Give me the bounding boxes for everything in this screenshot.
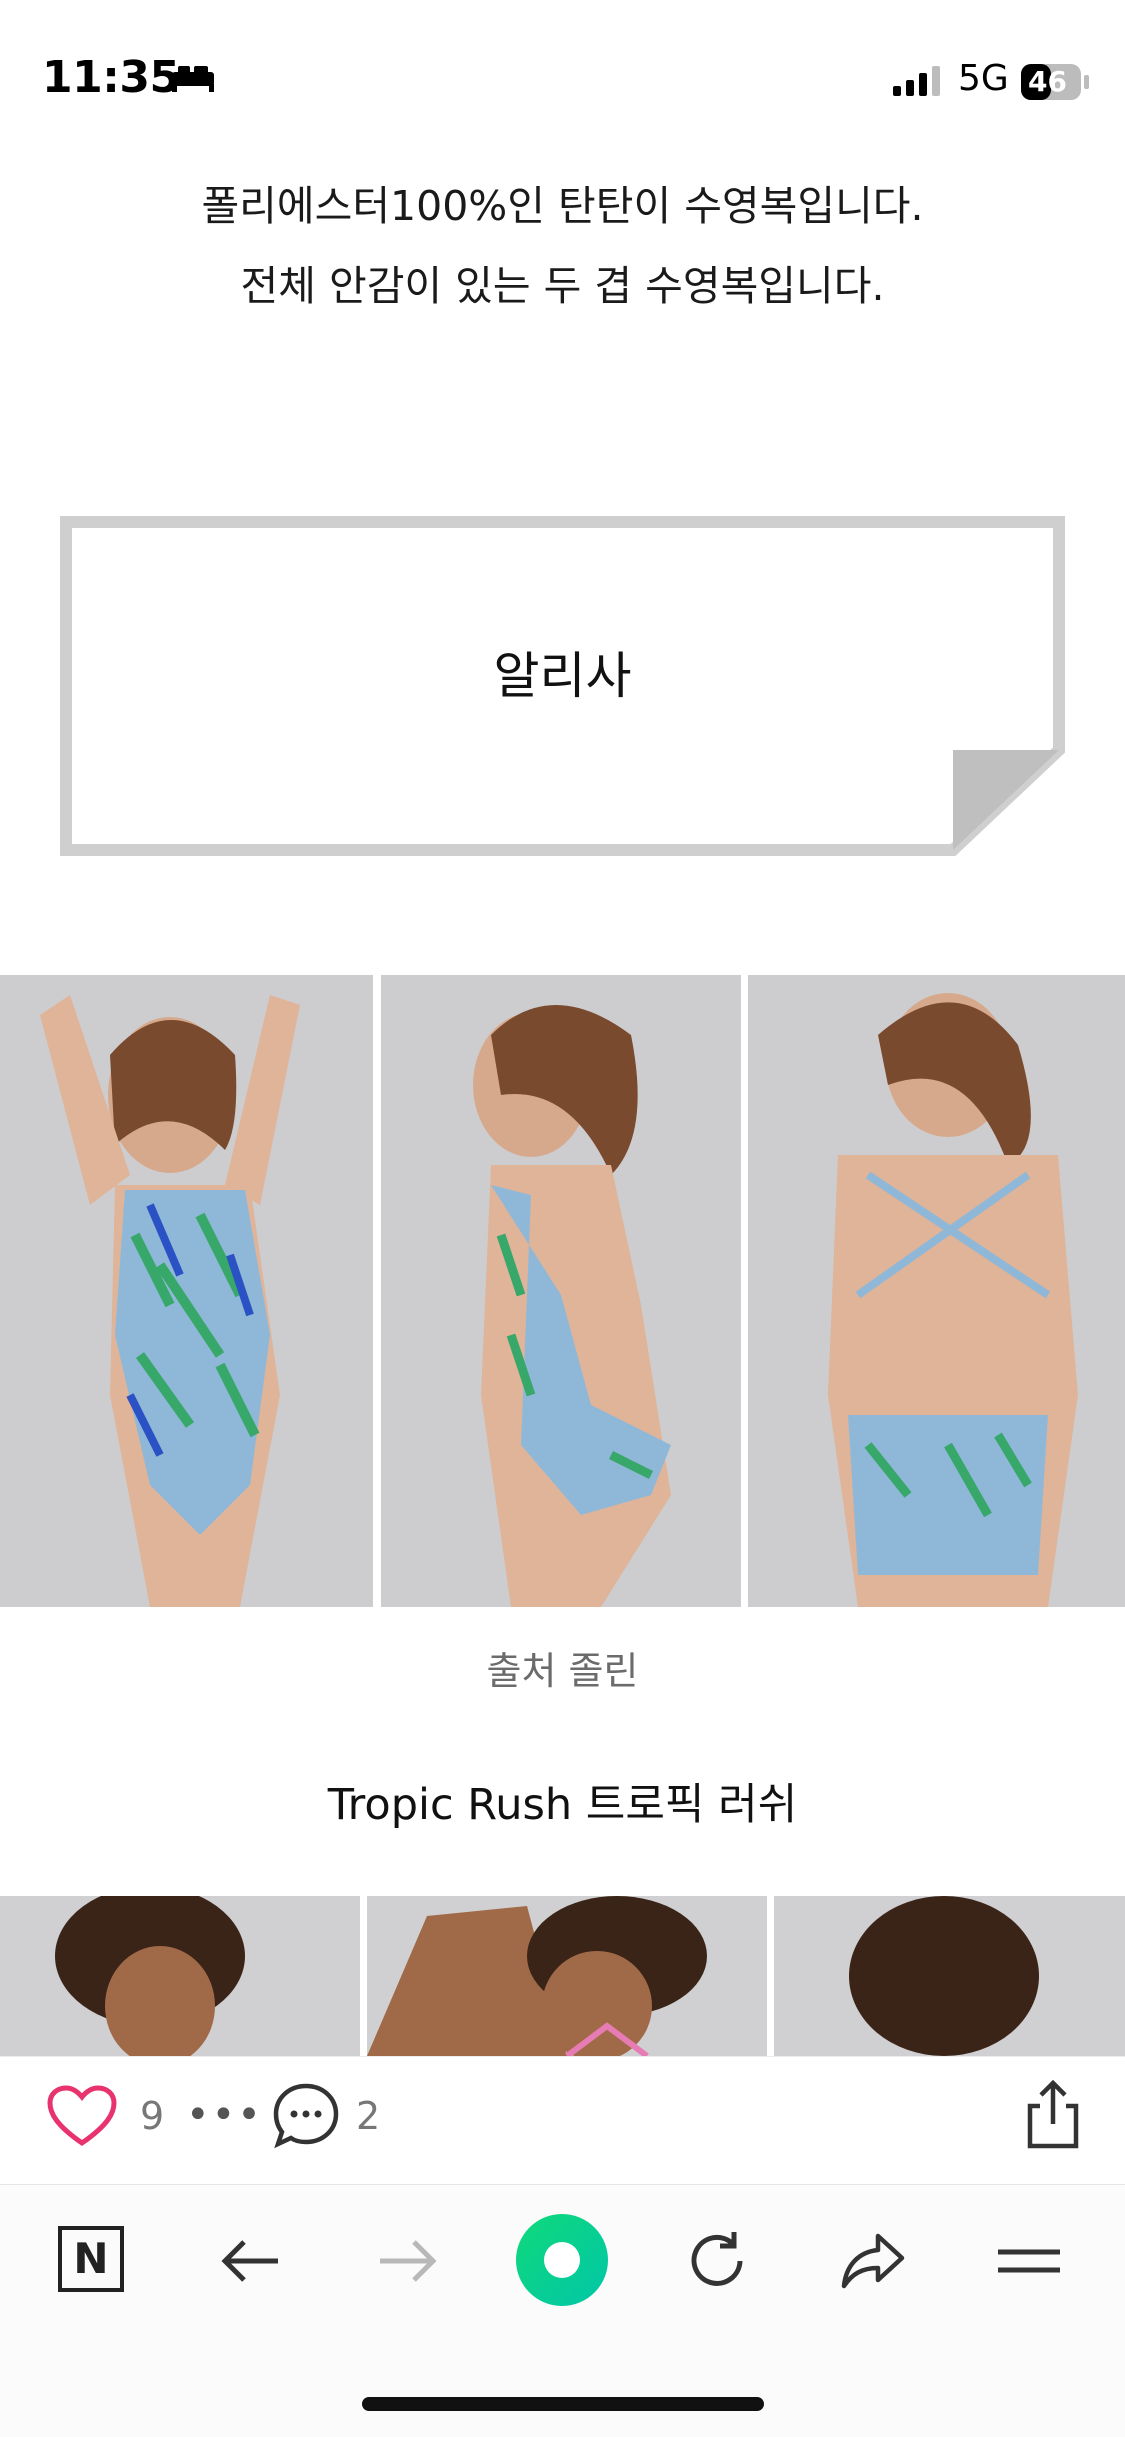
bed-icon xyxy=(172,66,214,92)
menu-icon[interactable] xyxy=(994,2226,1064,2296)
section-subtitle: Tropic Rush 트로픽 러쉬 xyxy=(327,1780,798,1830)
reload-icon[interactable] xyxy=(682,2226,752,2296)
naver-n-button[interactable]: N xyxy=(58,2226,124,2292)
signal-icon xyxy=(893,66,940,96)
battery-icon: 46 xyxy=(1020,62,1090,102)
note-label: 알리사 xyxy=(493,647,632,705)
heart-icon[interactable] xyxy=(46,2085,118,2149)
tropic-photo-1[interactable] xyxy=(0,1896,360,2056)
comment-count[interactable]: 2 xyxy=(356,2094,380,2138)
status-time: 11:35 xyxy=(42,52,180,103)
comment-icon[interactable] xyxy=(272,2082,340,2150)
intro-line-1: 폴리에스터100%인 탄탄이 수영복입니다. xyxy=(201,182,924,230)
swimsuit-photo-side[interactable] xyxy=(381,975,741,1607)
swimsuit-photo-back[interactable] xyxy=(748,975,1125,1607)
network-type: 5G xyxy=(958,58,1009,99)
more-options-button[interactable]: ••• xyxy=(186,2092,263,2138)
forward-icon[interactable] xyxy=(372,2226,442,2296)
like-count[interactable]: 9 xyxy=(140,2094,164,2138)
back-icon[interactable] xyxy=(216,2226,286,2296)
home-icon-center xyxy=(544,2242,580,2278)
photo-caption: 출처 졸린 xyxy=(486,1649,639,1693)
battery-level: 46 xyxy=(1028,65,1067,98)
tropic-photo-3[interactable] xyxy=(774,1896,1125,2056)
reaction-bar xyxy=(0,2056,1125,2183)
intro-line-2: 전체 안감이 있는 두 겹 수영복입니다. xyxy=(240,262,885,310)
tropic-photo-2[interactable] xyxy=(367,1896,767,2056)
share-forward-icon[interactable] xyxy=(838,2226,908,2296)
share-icon[interactable] xyxy=(1022,2080,1084,2150)
home-indicator[interactable] xyxy=(362,2397,764,2411)
swimsuit-photo-front[interactable] xyxy=(0,975,373,1607)
